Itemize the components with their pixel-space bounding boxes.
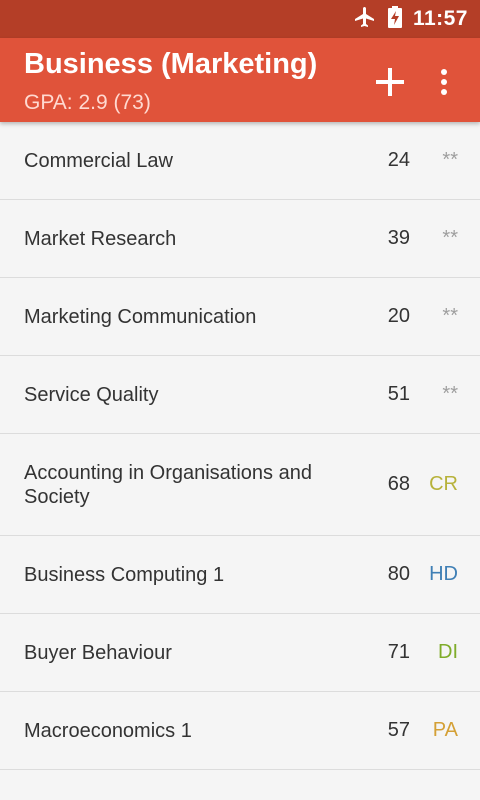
battery-charging-icon bbox=[387, 5, 403, 34]
course-grade: HD bbox=[429, 563, 458, 585]
course-row[interactable]: Accounting in Organisations and Society … bbox=[0, 434, 480, 536]
course-row[interactable]: Business Computing 1 80 HD bbox=[0, 536, 480, 614]
add-course-button[interactable] bbox=[370, 62, 410, 102]
course-grade: ** bbox=[442, 227, 458, 249]
gpa-subtitle: GPA: 2.9 (73) bbox=[24, 91, 151, 114]
course-score: 80 bbox=[387, 563, 410, 585]
course-score: 71 bbox=[387, 641, 410, 663]
course-grade: ** bbox=[442, 149, 458, 171]
course-row[interactable]: Marketing Communication 20 ** bbox=[0, 278, 480, 356]
course-grade: PA bbox=[432, 719, 458, 741]
add-icon bbox=[376, 68, 404, 96]
status-bar: 11:57 bbox=[0, 0, 480, 38]
status-icons: 11:57 bbox=[353, 0, 468, 38]
course-grade: ** bbox=[442, 383, 458, 405]
course-grade: CR bbox=[429, 473, 458, 495]
status-clock: 11:57 bbox=[412, 7, 468, 30]
course-name: Market Research bbox=[24, 227, 177, 250]
course-row[interactable]: Macroeconomics 1 57 PA bbox=[0, 692, 480, 770]
course-score: 20 bbox=[387, 305, 410, 327]
course-name: Accounting in Organisations and Society bbox=[24, 461, 312, 508]
course-grade: DI bbox=[438, 641, 458, 663]
course-score: 51 bbox=[387, 383, 410, 405]
course-row[interactable]: Buyer Behaviour 71 DI bbox=[0, 614, 480, 692]
course-score: 24 bbox=[387, 149, 410, 171]
course-score: 68 bbox=[387, 473, 410, 495]
course-row[interactable]: Market Research 39 ** bbox=[0, 200, 480, 278]
course-name: Service Quality bbox=[24, 383, 159, 406]
course-score: 39 bbox=[387, 227, 410, 249]
course-name: Buyer Behaviour bbox=[24, 641, 172, 664]
airplane-mode-icon bbox=[353, 5, 377, 34]
course-score: 57 bbox=[387, 719, 410, 741]
more-vert-icon bbox=[441, 69, 447, 95]
app-bar: Business (Marketing) GPA: 2.9 (73) bbox=[0, 38, 480, 122]
course-name: Macroeconomics 1 bbox=[24, 719, 192, 742]
course-name: Commercial Law bbox=[24, 149, 173, 172]
course-name: Marketing Communication bbox=[24, 305, 257, 328]
course-row[interactable]: Service Quality 51 ** bbox=[0, 356, 480, 434]
course-row[interactable]: Commercial Law 24 ** bbox=[0, 122, 480, 200]
course-grade: ** bbox=[442, 305, 458, 327]
course-list: Commercial Law 24 ** Market Research 39 … bbox=[0, 122, 480, 770]
page-title: Business (Marketing) bbox=[24, 48, 318, 80]
more-options-button[interactable] bbox=[428, 62, 460, 102]
course-name: Business Computing 1 bbox=[24, 563, 225, 586]
